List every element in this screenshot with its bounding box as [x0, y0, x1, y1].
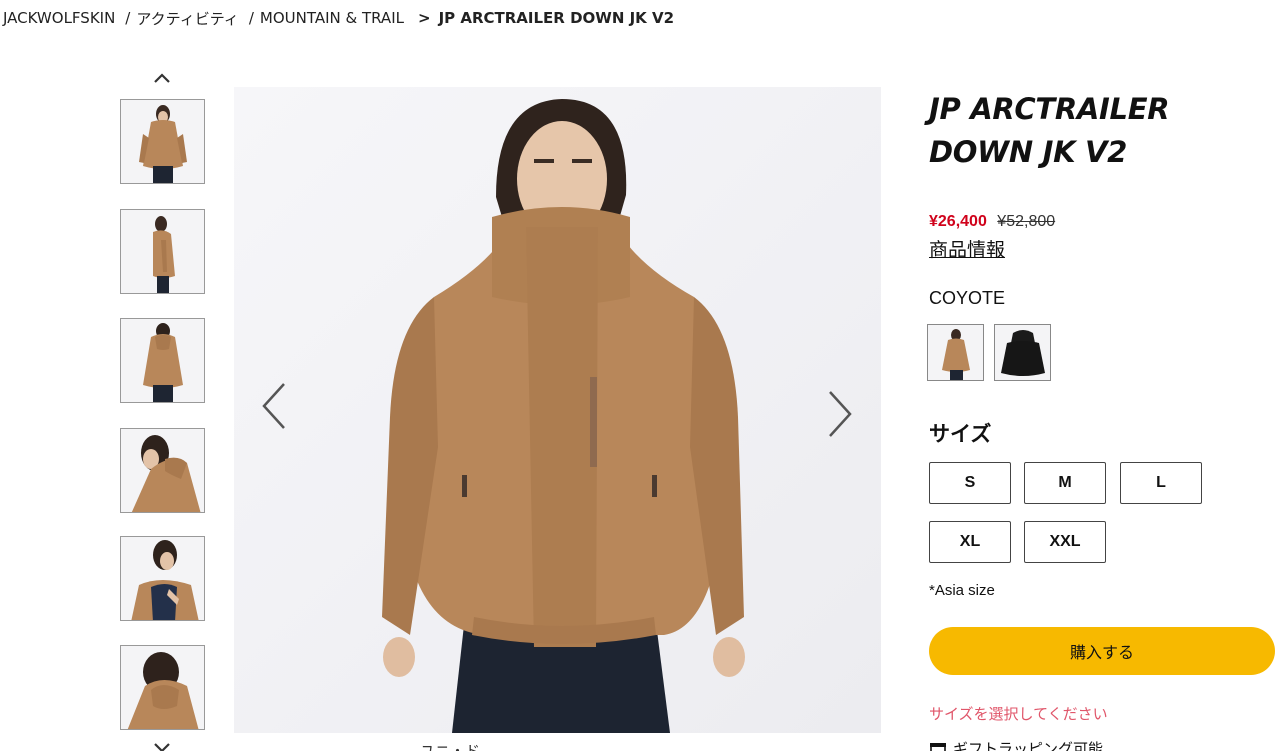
breadcrumb-separator: > [417, 9, 431, 27]
breadcrumb-separator: / [125, 9, 131, 27]
color-swatch-black[interactable] [994, 324, 1051, 381]
thumbnail-front[interactable] [120, 99, 205, 184]
gift-wrapping-label: ギフトラッピング可能 [953, 740, 1104, 751]
jacket-black-swatch-icon [995, 325, 1050, 380]
product-title: JP ARCTRAILER DOWN JK V2 [929, 92, 1170, 169]
breadcrumb-separator: / [248, 9, 254, 27]
jacket-coyote-swatch-icon [928, 325, 983, 380]
size-button-l[interactable]: L [1120, 462, 1202, 504]
breadcrumb-item-current: JP ARCTRAILER DOWN JK V2 [438, 9, 675, 27]
thumbnail-side[interactable] [120, 209, 205, 294]
original-price: ¥52,800 [997, 213, 1056, 230]
next-image-button[interactable] [820, 384, 860, 444]
size-select-warning: サイズを選択してください [929, 705, 1108, 723]
thumbnail-scroll-up-button[interactable] [150, 70, 174, 86]
size-button-xl[interactable]: XL [929, 521, 1011, 563]
price-row: ¥26,400 ¥52,800 [929, 213, 1055, 231]
chevron-up-icon [154, 73, 170, 83]
thumbnail-scroll-down-button[interactable] [150, 740, 174, 751]
chevron-left-icon [262, 383, 285, 429]
thumbnail-back[interactable] [120, 318, 205, 403]
breadcrumb: JACKWOLFSKIN / アクティビティ / MOUNTAIN & TRAI… [3, 8, 674, 28]
jacket-back-thumb-icon [121, 319, 204, 402]
image-caption-partial: ユニ・ド [420, 742, 481, 751]
jacket-side-thumb-icon [121, 210, 204, 293]
size-note: *Asia size [929, 582, 995, 599]
size-heading: サイズ [929, 422, 992, 446]
chevron-down-icon [154, 743, 170, 751]
color-swatch-coyote[interactable] [927, 324, 984, 381]
thumbnail-open[interactable] [120, 536, 205, 621]
sale-price: ¥26,400 [929, 213, 987, 230]
previous-image-button[interactable] [254, 376, 294, 436]
breadcrumb-item-activity[interactable]: アクティビティ [136, 8, 238, 29]
jacket-front-thumb-icon [121, 100, 204, 183]
product-info-link[interactable]: 商品情報 [929, 235, 1005, 262]
breadcrumb-item-mountain-trail[interactable]: MOUNTAIN & TRAIL [260, 9, 404, 27]
jacket-model-photo-icon [234, 87, 881, 733]
selected-color-name: COYOTE [929, 288, 1006, 308]
size-button-m[interactable]: M [1024, 462, 1106, 504]
thumbnail-hood-back[interactable] [120, 645, 205, 730]
size-button-xxl[interactable]: XXL [1024, 521, 1106, 563]
size-button-s[interactable]: S [929, 462, 1011, 504]
main-product-image [234, 87, 881, 733]
chevron-right-icon [829, 391, 852, 437]
jacket-hood-back-thumb-icon [121, 646, 204, 729]
thumbnail-hood-side[interactable] [120, 428, 205, 513]
jacket-open-thumb-icon [121, 537, 204, 620]
jacket-hood-side-thumb-icon [121, 429, 204, 512]
breadcrumb-item-brand[interactable]: JACKWOLFSKIN [3, 9, 115, 27]
buy-button[interactable]: 購入する [929, 627, 1275, 675]
gift-icon [930, 743, 946, 751]
gift-wrapping-row: ギフトラッピング可能 [929, 738, 1103, 751]
